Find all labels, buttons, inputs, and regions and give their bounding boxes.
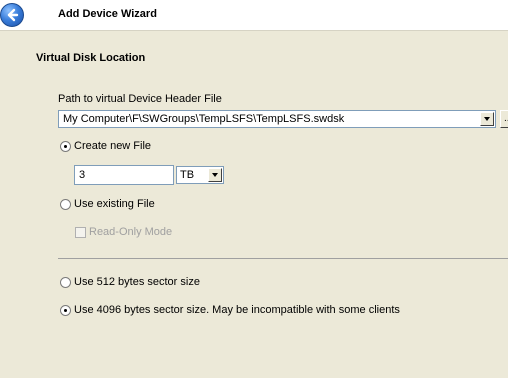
size-input[interactable]: 3 <box>74 165 174 185</box>
use-existing-radio[interactable] <box>60 199 71 210</box>
sector-4096-label[interactable]: Use 4096 bytes sector size. May be incom… <box>74 304 400 316</box>
unit-combobox[interactable]: TB <box>176 166 224 184</box>
sector-4096-radio[interactable] <box>60 305 71 316</box>
unit-value: TB <box>180 169 195 181</box>
unit-dropdown-button[interactable] <box>208 168 222 182</box>
create-new-label[interactable]: Create new File <box>74 140 151 152</box>
back-arrow-icon <box>7 8 19 22</box>
size-value: 3 <box>79 169 86 181</box>
path-combobox[interactable]: My Computer\F\SWGroups\TempLSFS\TempLSFS… <box>58 110 496 128</box>
use-existing-label[interactable]: Use existing File <box>74 198 155 210</box>
path-dropdown-button[interactable] <box>480 112 494 126</box>
wizard-header: Add Device Wizard <box>0 0 508 30</box>
readonly-checkbox[interactable] <box>75 227 86 238</box>
sector-512-label[interactable]: Use 512 bytes sector size <box>74 276 200 288</box>
path-label: Path to virtual Device Header File <box>58 93 222 105</box>
browse-button[interactable]: ... <box>500 110 508 128</box>
create-new-radio[interactable] <box>60 141 71 152</box>
path-value: My Computer\F\SWGroups\TempLSFS\TempLSFS… <box>63 113 345 125</box>
wizard-title: Add Device Wizard <box>58 8 157 20</box>
readonly-label: Read-Only Mode <box>89 226 173 238</box>
browse-label: ... <box>504 113 508 124</box>
section-title: Virtual Disk Location <box>36 52 146 64</box>
sector-512-radio[interactable] <box>60 277 71 288</box>
back-button[interactable] <box>0 3 24 27</box>
section-divider <box>58 258 508 259</box>
header-divider <box>0 30 508 31</box>
